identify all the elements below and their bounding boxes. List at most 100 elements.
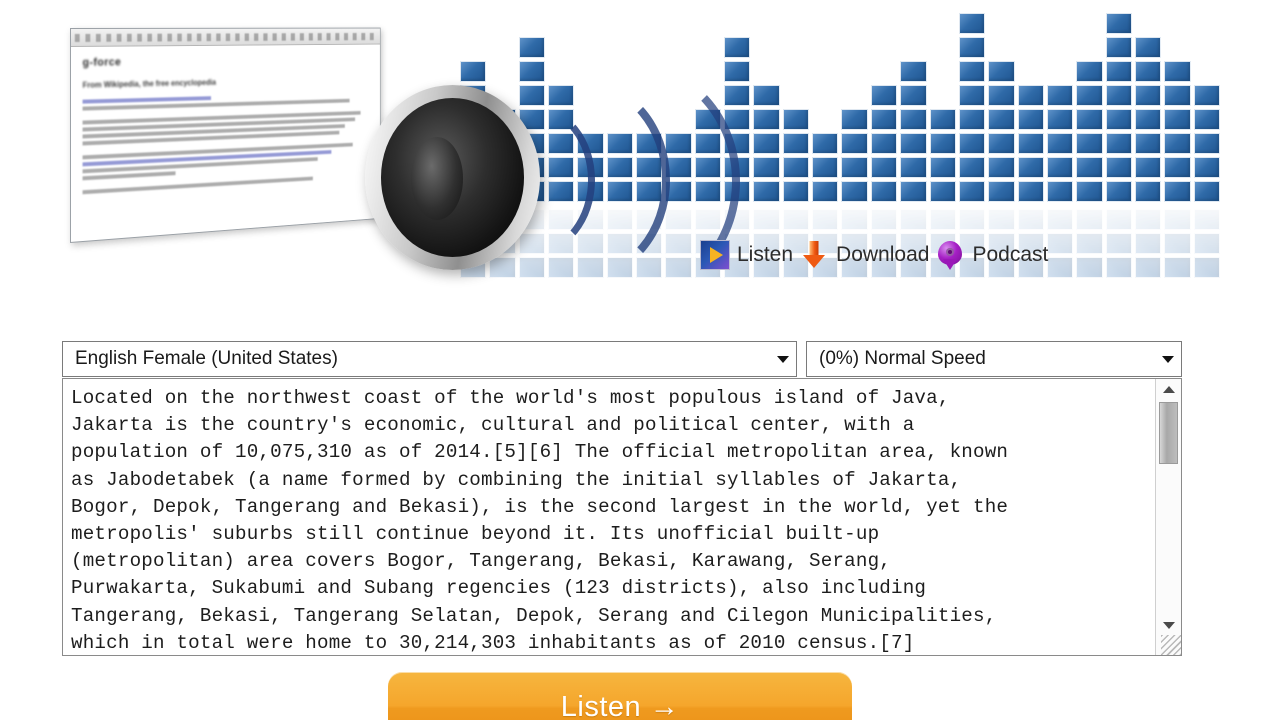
speaker-dustcap <box>410 136 463 221</box>
equalizer-block <box>1105 13 1132 34</box>
text-input-area[interactable]: Located on the northwest coast of the wo… <box>62 378 1182 656</box>
equalizer-block <box>1046 257 1074 278</box>
equalizer-block <box>958 13 986 34</box>
equalizer-block <box>1046 209 1074 230</box>
equalizer-block <box>1164 181 1191 202</box>
scroll-down-icon[interactable] <box>1156 615 1181 635</box>
equalizer-block <box>1193 133 1220 154</box>
podcast-action[interactable]: Podcast <box>935 240 1048 270</box>
equalizer-block <box>1134 209 1162 230</box>
equalizer-block <box>1134 257 1162 278</box>
equalizer-block <box>900 181 927 202</box>
equalizer-block <box>1105 61 1132 82</box>
equalizer-block <box>1105 157 1132 178</box>
equalizer-block <box>929 109 956 130</box>
equalizer-block <box>753 133 780 154</box>
equalizer-block <box>1046 133 1074 154</box>
equalizer-block <box>812 181 839 202</box>
equalizer-block <box>988 133 1015 154</box>
download-action[interactable]: Download <box>799 240 929 270</box>
listen-action[interactable]: Listen <box>700 240 793 270</box>
equalizer-block <box>1046 181 1074 202</box>
equalizer-column <box>1105 13 1132 202</box>
equalizer-block <box>753 157 780 178</box>
equalizer-block <box>958 85 986 106</box>
equalizer-column <box>1046 209 1074 278</box>
equalizer-block <box>1105 85 1132 106</box>
equalizer-block <box>988 61 1015 82</box>
equalizer-block <box>988 181 1015 202</box>
equalizer-block <box>1134 109 1162 130</box>
resize-grip-icon[interactable] <box>1161 635 1181 655</box>
equalizer-block <box>1017 181 1044 202</box>
equalizer-block <box>988 85 1015 106</box>
equalizer-column <box>1105 209 1132 278</box>
equalizer-block <box>782 181 810 202</box>
speed-select-value: (0%) Normal Speed <box>819 348 986 369</box>
equalizer-block <box>988 157 1015 178</box>
text-input-content[interactable]: Located on the northwest coast of the wo… <box>63 379 1155 655</box>
equalizer-block <box>870 181 898 202</box>
equalizer-block <box>841 209 868 230</box>
equalizer-block <box>1105 233 1132 254</box>
equalizer-block <box>1164 209 1191 230</box>
equalizer-block <box>1193 209 1220 230</box>
scroll-up-icon[interactable] <box>1156 379 1181 399</box>
equalizer-block <box>812 209 839 230</box>
equalizer-block <box>782 109 810 130</box>
speed-select[interactable]: (0%) Normal Speed <box>806 341 1182 377</box>
equalizer-block <box>841 157 868 178</box>
equalizer-block <box>1076 209 1103 230</box>
equalizer-block <box>841 109 868 130</box>
equalizer-block <box>460 61 487 82</box>
equalizer-block <box>812 133 839 154</box>
equalizer-column <box>1164 209 1191 278</box>
voice-select-value: English Female (United States) <box>75 348 338 369</box>
equalizer-block <box>988 209 1015 230</box>
equalizer-block <box>1193 157 1220 178</box>
equalizer-block <box>1164 257 1191 278</box>
equalizer-block <box>1017 157 1044 178</box>
play-icon <box>700 240 730 270</box>
equalizer-column <box>841 109 868 202</box>
equalizer-block <box>782 157 810 178</box>
equalizer-block <box>870 85 898 106</box>
equalizer-column <box>958 13 986 202</box>
equalizer-block <box>812 157 839 178</box>
equalizer-column <box>1046 85 1074 202</box>
listen-button[interactable]: Listen → <box>388 672 852 720</box>
equalizer-column <box>1193 209 1220 278</box>
equalizer-block <box>1076 157 1103 178</box>
equalizer-block <box>988 109 1015 130</box>
equalizer-block <box>1134 61 1162 82</box>
equalizer-block <box>1193 257 1220 278</box>
equalizer-block <box>1134 233 1162 254</box>
equalizer-block <box>1076 109 1103 130</box>
equalizer-block <box>1164 109 1191 130</box>
equalizer-block <box>1193 233 1220 254</box>
listen-action-label: Listen <box>737 243 794 266</box>
equalizer-block <box>1076 257 1103 278</box>
equalizer-block <box>900 109 927 130</box>
chevron-down-icon[interactable] <box>770 342 796 376</box>
equalizer-block <box>929 133 956 154</box>
equalizer-column <box>1193 85 1220 202</box>
equalizer-block <box>753 209 780 230</box>
equalizer-column <box>1076 209 1103 278</box>
scrollbar-thumb[interactable] <box>1159 402 1178 464</box>
equalizer-block <box>724 85 751 106</box>
equalizer-block <box>958 157 986 178</box>
mock-article-subtitle: From Wikipedia, the free encyclopedia <box>82 78 217 90</box>
browser-window-mockup: g-force From Wikipedia, the free encyclo… <box>70 27 381 243</box>
equalizer-column <box>1134 209 1162 278</box>
equalizer-column <box>1134 37 1162 202</box>
chevron-down-icon[interactable] <box>1155 342 1181 376</box>
equalizer-block <box>1046 157 1074 178</box>
controls-row: English Female (United States) (0%) Norm… <box>62 341 1182 377</box>
equalizer-block <box>1076 61 1103 82</box>
equalizer-column <box>900 61 927 202</box>
mock-toolbar-icons <box>74 32 377 42</box>
textarea-scrollbar[interactable] <box>1155 379 1181 655</box>
equalizer-column <box>753 85 780 202</box>
voice-select[interactable]: English Female (United States) <box>62 341 797 377</box>
